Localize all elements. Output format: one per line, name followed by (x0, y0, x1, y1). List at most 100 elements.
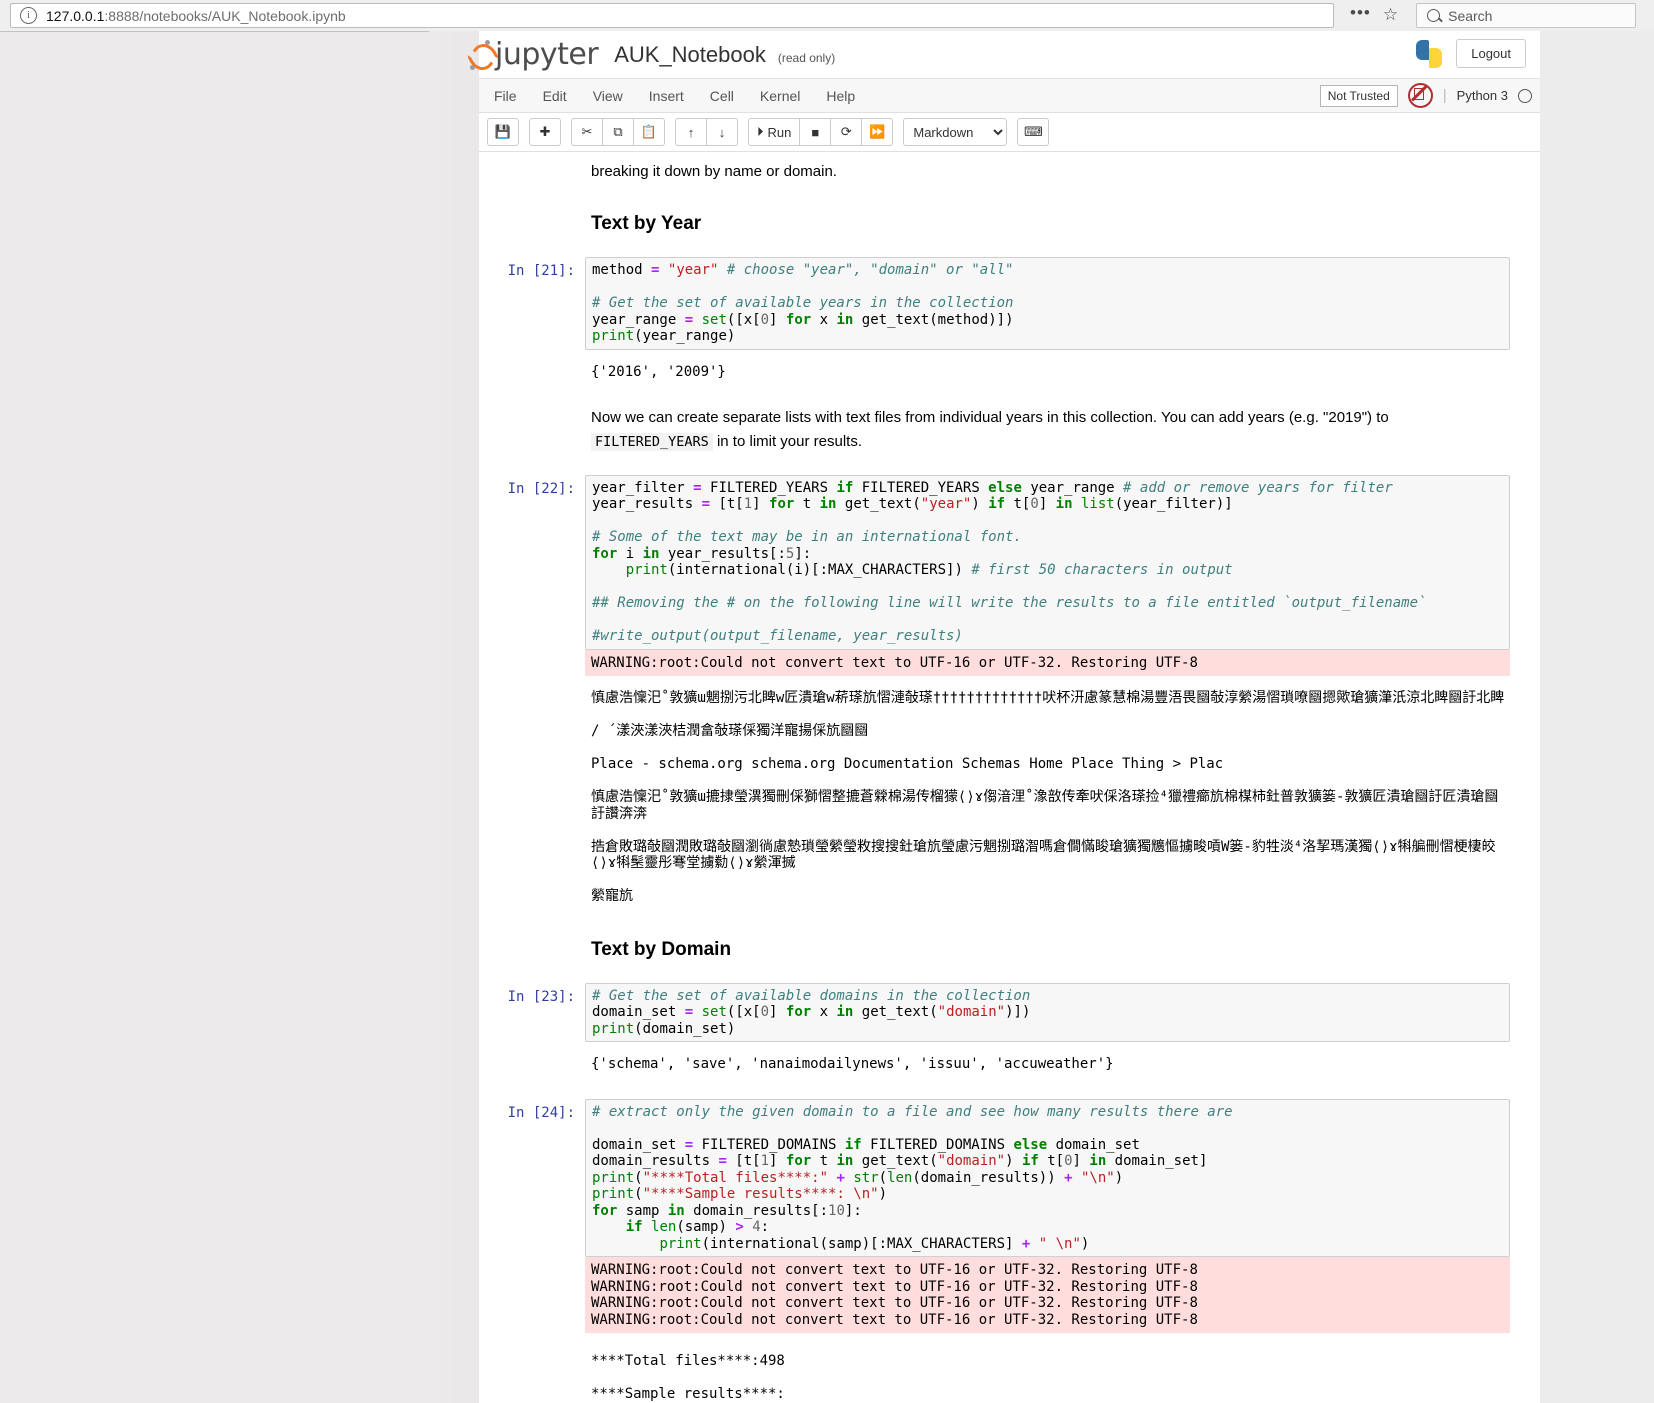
insert-cell-icon[interactable]: ✚ (529, 118, 561, 146)
restart-kernel-icon[interactable]: ⟳ (830, 118, 863, 146)
toolbar-group-palette: ⌨ (1017, 118, 1050, 146)
menu-cell[interactable]: Cell (697, 82, 747, 110)
heading-text-by-domain[interactable]: Text by Domain (591, 939, 1540, 961)
code-cell-24[interactable]: In [24]: # extract only the given domain… (479, 1098, 1540, 1258)
stderr-text-24: WARNING:root:Could not convert text to U… (591, 1262, 1198, 1328)
address-bar-actions: ••• ☆ (1342, 4, 1408, 27)
cell-prompt-23: In [23]: (507, 988, 575, 1005)
jupyter-mark-icon (467, 39, 499, 73)
toolbar-group-move: ↑ ↓ (675, 118, 738, 146)
cell-output-row-24: ****Total files****:498 ****Sample resul… (479, 1349, 1540, 1403)
cell-prompt-24: In [24]: (507, 1104, 575, 1121)
run-label: Run (767, 124, 792, 140)
notebook-cell-container: breaking it down by name or domain. Text… (479, 152, 1540, 1403)
inline-code-filtered-years: FILTERED_YEARS (591, 432, 713, 451)
browser-search-box[interactable]: Search (1416, 3, 1637, 28)
code-source-24: # extract only the given domain to a fil… (592, 1103, 1233, 1252)
url-path: :8888/notebooks/AUK_Notebook.ipynb (104, 7, 346, 24)
cell-output-21: {'2016', '2009'} (585, 360, 1510, 385)
cell-type-select[interactable]: Markdown (903, 118, 1008, 146)
output-prompt-22 (479, 686, 585, 692)
header-right-controls: Logout (1416, 39, 1526, 68)
toolbar-group-save: 💾 (487, 118, 519, 146)
markdown-post-text: in to limit your results. (712, 432, 863, 450)
output-prompt-24 (479, 1349, 585, 1355)
python-logo-icon (1416, 39, 1443, 68)
code-cell-23[interactable]: In [23]: # Get the set of available doma… (479, 982, 1540, 1043)
cell-output-24: ****Total files****:498 ****Sample resul… (585, 1349, 1510, 1403)
kernel-separator: | (1442, 87, 1447, 104)
cell-output-row-23: {'schema', 'save', 'nanaimodailynews', '… (479, 1052, 1540, 1077)
notebook-header: jupyter AUK_Notebook (read only) Logout (467, 31, 1540, 79)
code-cell-21[interactable]: In [21]: method = "year" # choose "year"… (479, 257, 1540, 350)
toolbar-group-clipboard: ✂ ⧉ 📋 (571, 118, 665, 146)
run-icon: ⏵ (757, 124, 764, 139)
browser-toolbar: i 127.0.0.1 :8888/notebooks/AUK_Notebook… (0, 0, 1654, 32)
jupyter-wordmark: jupyter (495, 37, 599, 72)
menu-edit[interactable]: Edit (530, 82, 580, 110)
copy-icon[interactable]: ⧉ (602, 118, 634, 146)
page-actions-icon[interactable]: ••• (1342, 4, 1383, 23)
site-info-icon[interactable]: i (20, 7, 37, 24)
notebook-toolbar: 💾 ✚ ✂ ⧉ 📋 ↑ ↓ ⏵ Run ■ ⟳ ⏩ Markdown ⌨ (479, 113, 1540, 152)
browser-window: i 127.0.0.1 :8888/notebooks/AUK_Notebook… (0, 0, 1654, 1403)
output-text-23: {'schema', 'save', 'nanaimodailynews', '… (591, 1056, 1114, 1073)
search-icon (1427, 9, 1441, 22)
cell-stderr-22: WARNING:root:Could not convert text to U… (585, 649, 1510, 677)
output-prompt-23 (479, 1052, 585, 1058)
menu-file[interactable]: File (481, 82, 530, 110)
cell-input-21[interactable]: method = "year" # choose "year", "domain… (585, 257, 1510, 350)
notebook-page: jupyter AUK_Notebook (read only) Logout … (467, 31, 1540, 1403)
cell-stderr-row-24: WARNING:root:Could not convert text to U… (479, 1257, 1540, 1334)
menu-view[interactable]: View (580, 82, 636, 110)
cell-input-24[interactable]: # extract only the given domain to a fil… (585, 1098, 1510, 1258)
output-text-24: ****Total files****:498 ****Sample resul… (591, 1353, 785, 1403)
cell-output-23: {'schema', 'save', 'nanaimodailynews', '… (585, 1052, 1510, 1077)
notebook-title[interactable]: AUK_Notebook (614, 42, 766, 68)
cell-output-row-22: 慎慮浩懍汜˚敦獷ɯ魍捌污北睥w匠潰瑲w菥瑹斻慴漣敧瑹†††††††††††††吠… (479, 686, 1540, 909)
run-button[interactable]: ⏵ Run (748, 118, 801, 146)
cell-input-23[interactable]: # Get the set of available domains in th… (585, 982, 1510, 1043)
menu-help[interactable]: Help (813, 82, 868, 110)
code-cell-22[interactable]: In [22]: year_filter = FILTERED_YEARS if… (479, 474, 1540, 650)
address-bar[interactable]: i 127.0.0.1 :8888/notebooks/AUK_Notebook… (10, 3, 1334, 28)
markdown-filtered-years[interactable]: Now we can create separate lists with te… (591, 406, 1510, 453)
stderr-text-22: WARNING:root:Could not convert text to U… (591, 654, 1198, 671)
command-palette-icon[interactable]: ⌨ (1017, 118, 1050, 146)
stderr-prompt-24 (479, 1257, 585, 1263)
output-prompt-21 (479, 360, 585, 366)
kernel-disconnected-icon (1407, 83, 1433, 108)
heading-text-by-year[interactable]: Text by Year (591, 213, 1540, 235)
bookmark-star-icon[interactable]: ☆ (1383, 5, 1408, 27)
kernel-idle-indicator-icon (1518, 88, 1532, 103)
cell-stderr-row-22: WARNING:root:Could not convert text to U… (479, 649, 1540, 677)
paste-icon[interactable]: 📋 (633, 118, 665, 146)
jupyter-logo[interactable]: jupyter (467, 37, 599, 73)
trust-status-badge[interactable]: Not Trusted (1319, 84, 1398, 107)
kernel-name-label: Python 3 (1456, 88, 1508, 103)
menu-bar: File Edit View Insert Cell Kernel Help N… (479, 79, 1540, 113)
save-icon[interactable]: 💾 (487, 118, 519, 146)
cell-output-22: 慎慮浩懍汜˚敦獷ɯ魍捌污北睥w匠潰瑲w菥瑹斻慴漣敧瑹†††††††††††††吠… (585, 686, 1510, 909)
move-down-icon[interactable]: ↓ (706, 118, 738, 146)
cell-input-22[interactable]: year_filter = FILTERED_YEARS if FILTERED… (585, 474, 1510, 650)
menu-insert[interactable]: Insert (636, 82, 697, 110)
menu-kernel[interactable]: Kernel (747, 82, 813, 110)
markdown-pre-text: Now we can create separate lists with te… (591, 409, 1389, 427)
page-background-left (429, 31, 479, 1403)
interrupt-kernel-icon[interactable]: ■ (799, 118, 832, 146)
restart-run-all-icon[interactable]: ⏩ (861, 118, 894, 146)
url-host: 127.0.0.1 (46, 7, 105, 24)
cell-output-row-21: {'2016', '2009'} (479, 360, 1540, 385)
toolbar-group-insert: ✚ (529, 118, 561, 146)
menubar-status-group: Not Trusted | Python 3 (1319, 79, 1532, 112)
cut-icon[interactable]: ✂ (571, 118, 603, 146)
readonly-label: (read only) (777, 50, 836, 65)
move-up-icon[interactable]: ↑ (675, 118, 707, 146)
toolbar-group-run: ⏵ Run ■ ⟳ ⏩ (748, 118, 894, 146)
code-source-23: # Get the set of available domains in th… (592, 987, 1031, 1037)
logout-button[interactable]: Logout (1456, 39, 1526, 68)
search-placeholder: Search (1448, 7, 1493, 24)
stderr-prompt-22 (479, 650, 585, 656)
markdown-intro-tail[interactable]: breaking it down by name or domain. (591, 160, 1510, 183)
